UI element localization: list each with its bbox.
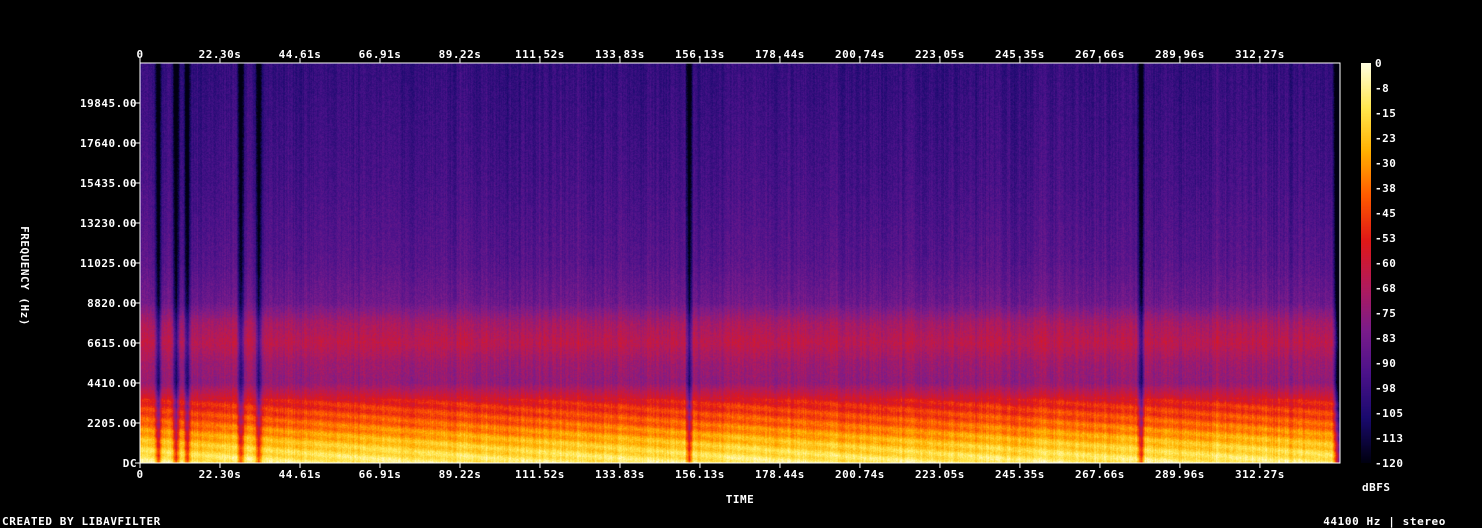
y-tick-label: 15435.00 bbox=[80, 177, 137, 190]
x-top-tick-label: 223.05s bbox=[915, 48, 965, 61]
colorbar-tick-label: -23 bbox=[1375, 132, 1396, 145]
x-bottom-tick-label: 289.96s bbox=[1155, 468, 1205, 481]
x-top-tick-label: 267.66s bbox=[1075, 48, 1125, 61]
x-axis-top: 0 22.30s 44.61s 66.91s 89.22s 111.52s 133.83s 1… bbox=[136, 48, 1284, 63]
sample-rate-text: 44100 Hz | stereo bbox=[1323, 515, 1446, 528]
colorbar-tick-label: -98 bbox=[1375, 382, 1396, 395]
colorbar-tick-label: -15 bbox=[1375, 107, 1396, 120]
credit-text: CREATED BY LIBAVFILTER bbox=[2, 515, 161, 528]
colorbar-tick-label: -105 bbox=[1375, 407, 1404, 420]
x-top-tick-label: 0 bbox=[136, 48, 143, 61]
colorbar-ticks: 0 -8 -15 -23 -30 -38 -45 -53 -60 -68 -75 -83 -90 -98 -… bbox=[1375, 57, 1404, 470]
colorbar-label: dBFS bbox=[1362, 481, 1391, 494]
x-bottom-tick-label: 223.05s bbox=[915, 468, 965, 481]
colorbar-tick-label: -8 bbox=[1375, 82, 1389, 95]
colorbar-tick-label: -30 bbox=[1375, 157, 1396, 170]
y-tick-label: 2205.00 bbox=[87, 417, 137, 430]
y-tick-label: 8820.00 bbox=[87, 297, 137, 310]
x-top-tick-label: 156.13s bbox=[675, 48, 725, 61]
colorbar: 0 -8 -15 -23 -30 -38 -45 -53 -60 -68 -75 -83 -90 -98 -… bbox=[1361, 57, 1404, 494]
x-top-tick-label: 200.74s bbox=[835, 48, 885, 61]
x-bottom-tick-label: 312.27s bbox=[1235, 468, 1285, 481]
x-top-tick-label: 66.91s bbox=[359, 48, 402, 61]
x-top-tick-label: 178.44s bbox=[755, 48, 805, 61]
x-bottom-tick-label: 0 bbox=[136, 468, 143, 481]
x-bottom-tick-label: 200.74s bbox=[835, 468, 885, 481]
colorbar-tick-label: -90 bbox=[1375, 357, 1396, 370]
x-bottom-tick-label: 22.30s bbox=[199, 468, 242, 481]
colorbar-tick-label: -113 bbox=[1375, 432, 1404, 445]
colorbar-tick-label: 0 bbox=[1375, 57, 1382, 70]
y-tick-label: 13230.00 bbox=[80, 217, 137, 230]
spectrogram-plot bbox=[139, 62, 1341, 464]
x-top-tick-label: 22.30s bbox=[199, 48, 242, 61]
y-axis: DC 2205.00 4410.00 6615.00 8820.00 11025.00 13… bbox=[80, 97, 140, 470]
x-top-tick-label: 89.22s bbox=[439, 48, 482, 61]
colorbar-tick-label: -75 bbox=[1375, 307, 1396, 320]
x-axis-bottom: 0 22.30s 44.61s 66.91s 89.22s 111.52s 133.83s 1… bbox=[136, 463, 1284, 481]
x-bottom-tick-label: 245.35s bbox=[995, 468, 1045, 481]
colorbar-tick-label: -45 bbox=[1375, 207, 1396, 220]
y-tick-label: DC bbox=[123, 457, 137, 470]
y-tick-label: 6615.00 bbox=[87, 337, 137, 350]
x-top-tick-label: 289.96s bbox=[1155, 48, 1205, 61]
spectrogram-heatmap bbox=[140, 63, 1340, 463]
spectrogram-figure: 0 22.30s 44.61s 66.91s 89.22s 111.52s 133.83s 1… bbox=[18, 48, 1404, 506]
x-top-tick-label: 111.52s bbox=[515, 48, 565, 61]
colorbar-tick-label: -38 bbox=[1375, 182, 1396, 195]
x-top-tick-label: 44.61s bbox=[279, 48, 322, 61]
x-axis-label: TIME bbox=[726, 493, 755, 506]
y-tick-label: 4410.00 bbox=[87, 377, 137, 390]
x-bottom-tick-label: 89.22s bbox=[439, 468, 482, 481]
colorbar-tick-label: -120 bbox=[1375, 457, 1404, 470]
x-bottom-tick-label: 267.66s bbox=[1075, 468, 1125, 481]
colorbar-tick-label: -53 bbox=[1375, 232, 1396, 245]
y-tick-label: 11025.00 bbox=[80, 257, 137, 270]
colorbar-tick-label: -83 bbox=[1375, 332, 1396, 345]
x-top-tick-label: 133.83s bbox=[595, 48, 645, 61]
y-axis-label: FREQUENCY (Hz) bbox=[18, 226, 31, 326]
colorbar-tick-label: -68 bbox=[1375, 282, 1396, 295]
x-bottom-tick-label: 44.61s bbox=[279, 468, 322, 481]
y-tick-label: 19845.00 bbox=[80, 97, 137, 110]
y-tick-label: 17640.00 bbox=[80, 137, 137, 150]
x-top-tick-label: 312.27s bbox=[1235, 48, 1285, 61]
x-bottom-tick-label: 156.13s bbox=[675, 468, 725, 481]
x-bottom-tick-label: 178.44s bbox=[755, 468, 805, 481]
x-bottom-tick-label: 133.83s bbox=[595, 468, 645, 481]
colorbar-tick-label: -60 bbox=[1375, 257, 1396, 270]
x-bottom-tick-label: 111.52s bbox=[515, 468, 565, 481]
x-top-tick-label: 245.35s bbox=[995, 48, 1045, 61]
x-bottom-tick-label: 66.91s bbox=[359, 468, 402, 481]
colorbar-gradient bbox=[1361, 63, 1371, 463]
